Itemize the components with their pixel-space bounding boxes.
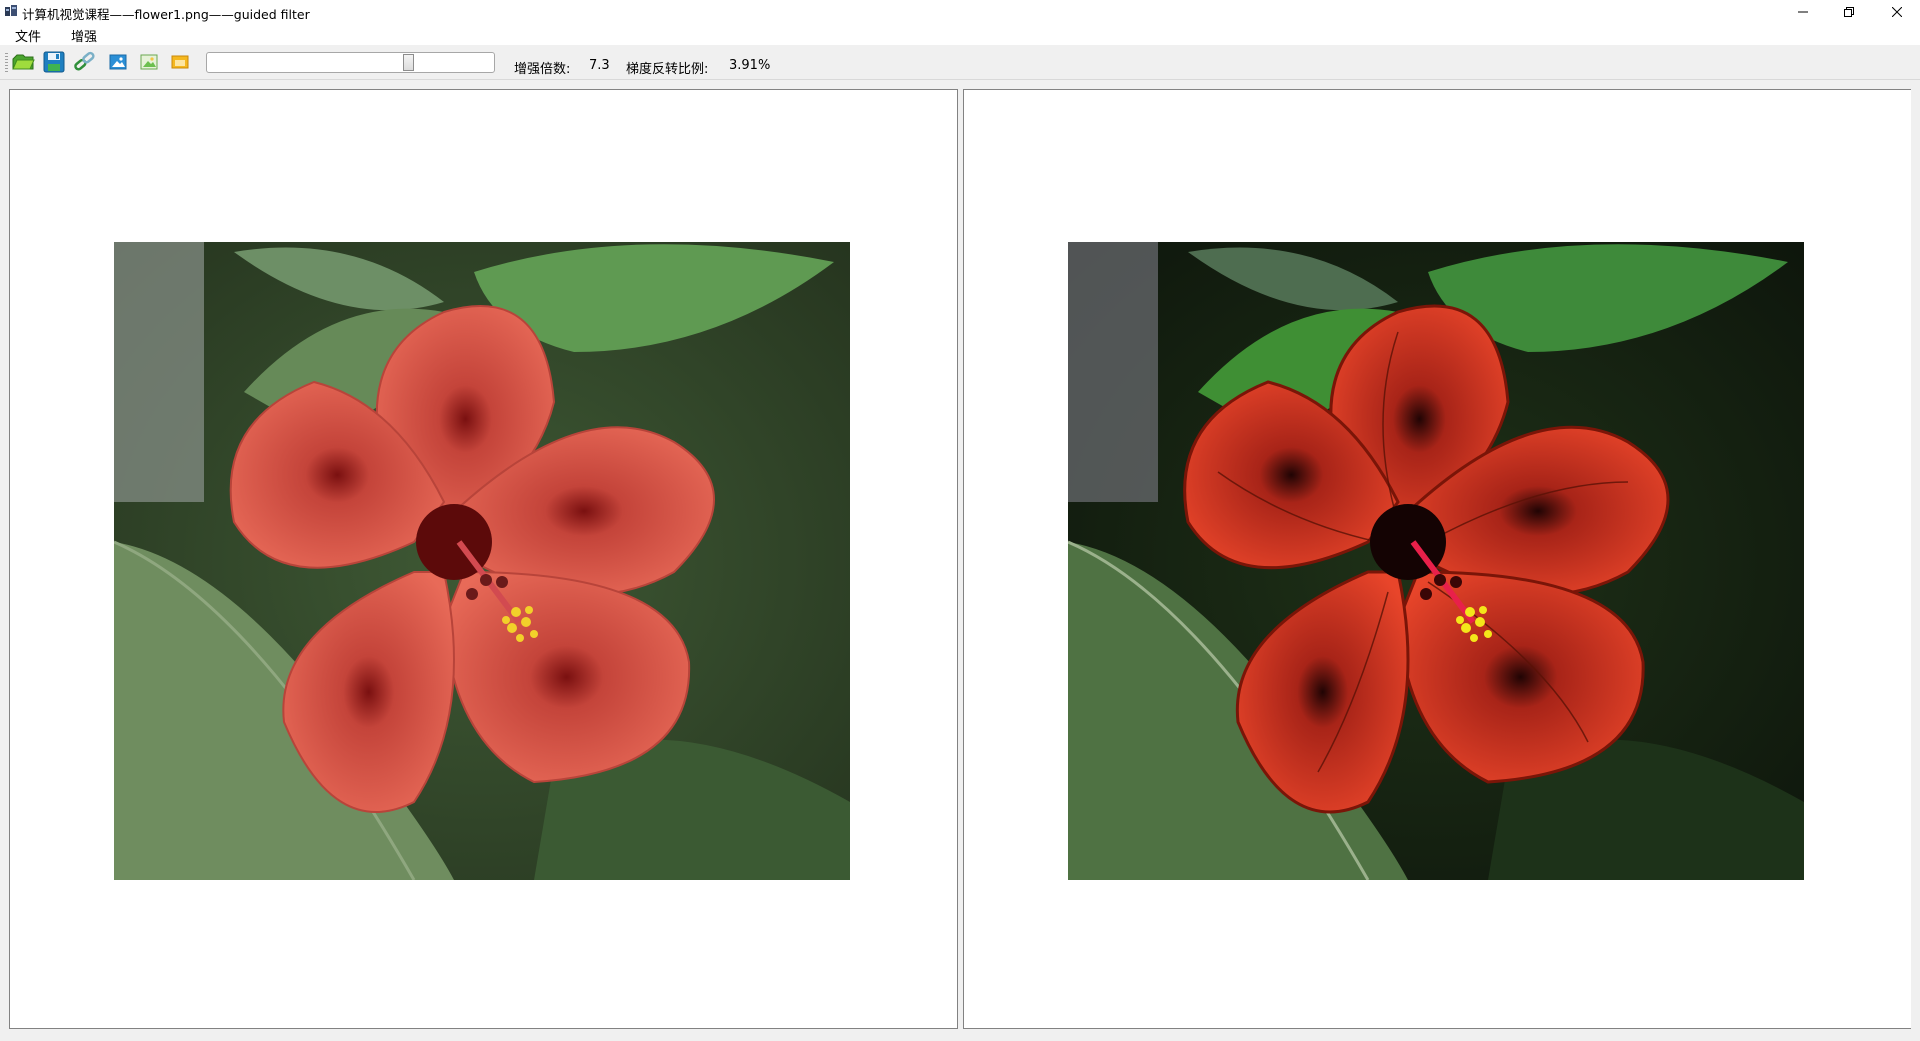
folder-image-button[interactable] bbox=[168, 51, 192, 73]
enhanced-image bbox=[1068, 242, 1804, 880]
open-button[interactable] bbox=[11, 51, 35, 73]
status-strip bbox=[0, 1031, 1920, 1041]
enhanced-image-panel bbox=[963, 89, 1911, 1029]
menu-enhance[interactable]: 增强 bbox=[67, 26, 101, 45]
save-button[interactable] bbox=[42, 51, 66, 73]
title-bar: 计算机视觉课程——flower1.png——guided filter bbox=[0, 0, 1920, 23]
gain-value: 7.3 bbox=[589, 58, 610, 73]
original-image-panel bbox=[9, 89, 958, 1029]
folder-image-icon bbox=[171, 55, 189, 69]
restore-button[interactable] bbox=[1826, 0, 1872, 23]
restore-icon bbox=[1844, 6, 1854, 17]
gradient-reversal-label: 梯度反转比例: bbox=[626, 62, 709, 77]
slider-thumb[interactable] bbox=[403, 54, 414, 71]
menu-file[interactable]: 文件 bbox=[11, 26, 45, 45]
image-button[interactable] bbox=[106, 51, 130, 73]
picture-icon bbox=[140, 54, 158, 70]
minimize-icon bbox=[1798, 11, 1808, 12]
link-icon bbox=[74, 51, 95, 71]
close-button[interactable] bbox=[1874, 0, 1920, 23]
open-icon bbox=[12, 54, 35, 70]
original-image bbox=[114, 242, 850, 880]
image-icon bbox=[109, 54, 127, 70]
link-button[interactable] bbox=[73, 51, 97, 73]
save-icon bbox=[43, 51, 65, 73]
app-icon bbox=[4, 4, 18, 17]
menu-bar: 文件 增强 bbox=[0, 23, 1920, 45]
gain-label: 增强倍数: bbox=[514, 62, 571, 77]
gradient-reversal-value: 3.91% bbox=[729, 58, 771, 73]
picture-button[interactable] bbox=[137, 51, 161, 73]
close-icon bbox=[1892, 6, 1902, 17]
toolbar-grip[interactable] bbox=[5, 53, 8, 73]
enhancement-slider[interactable] bbox=[206, 52, 495, 73]
minimize-button[interactable] bbox=[1780, 0, 1826, 23]
window-title: 计算机视觉课程——flower1.png——guided filter bbox=[22, 7, 310, 22]
toolbar: 增强倍数: 7.3 梯度反转比例: 3.91% bbox=[0, 45, 1920, 80]
